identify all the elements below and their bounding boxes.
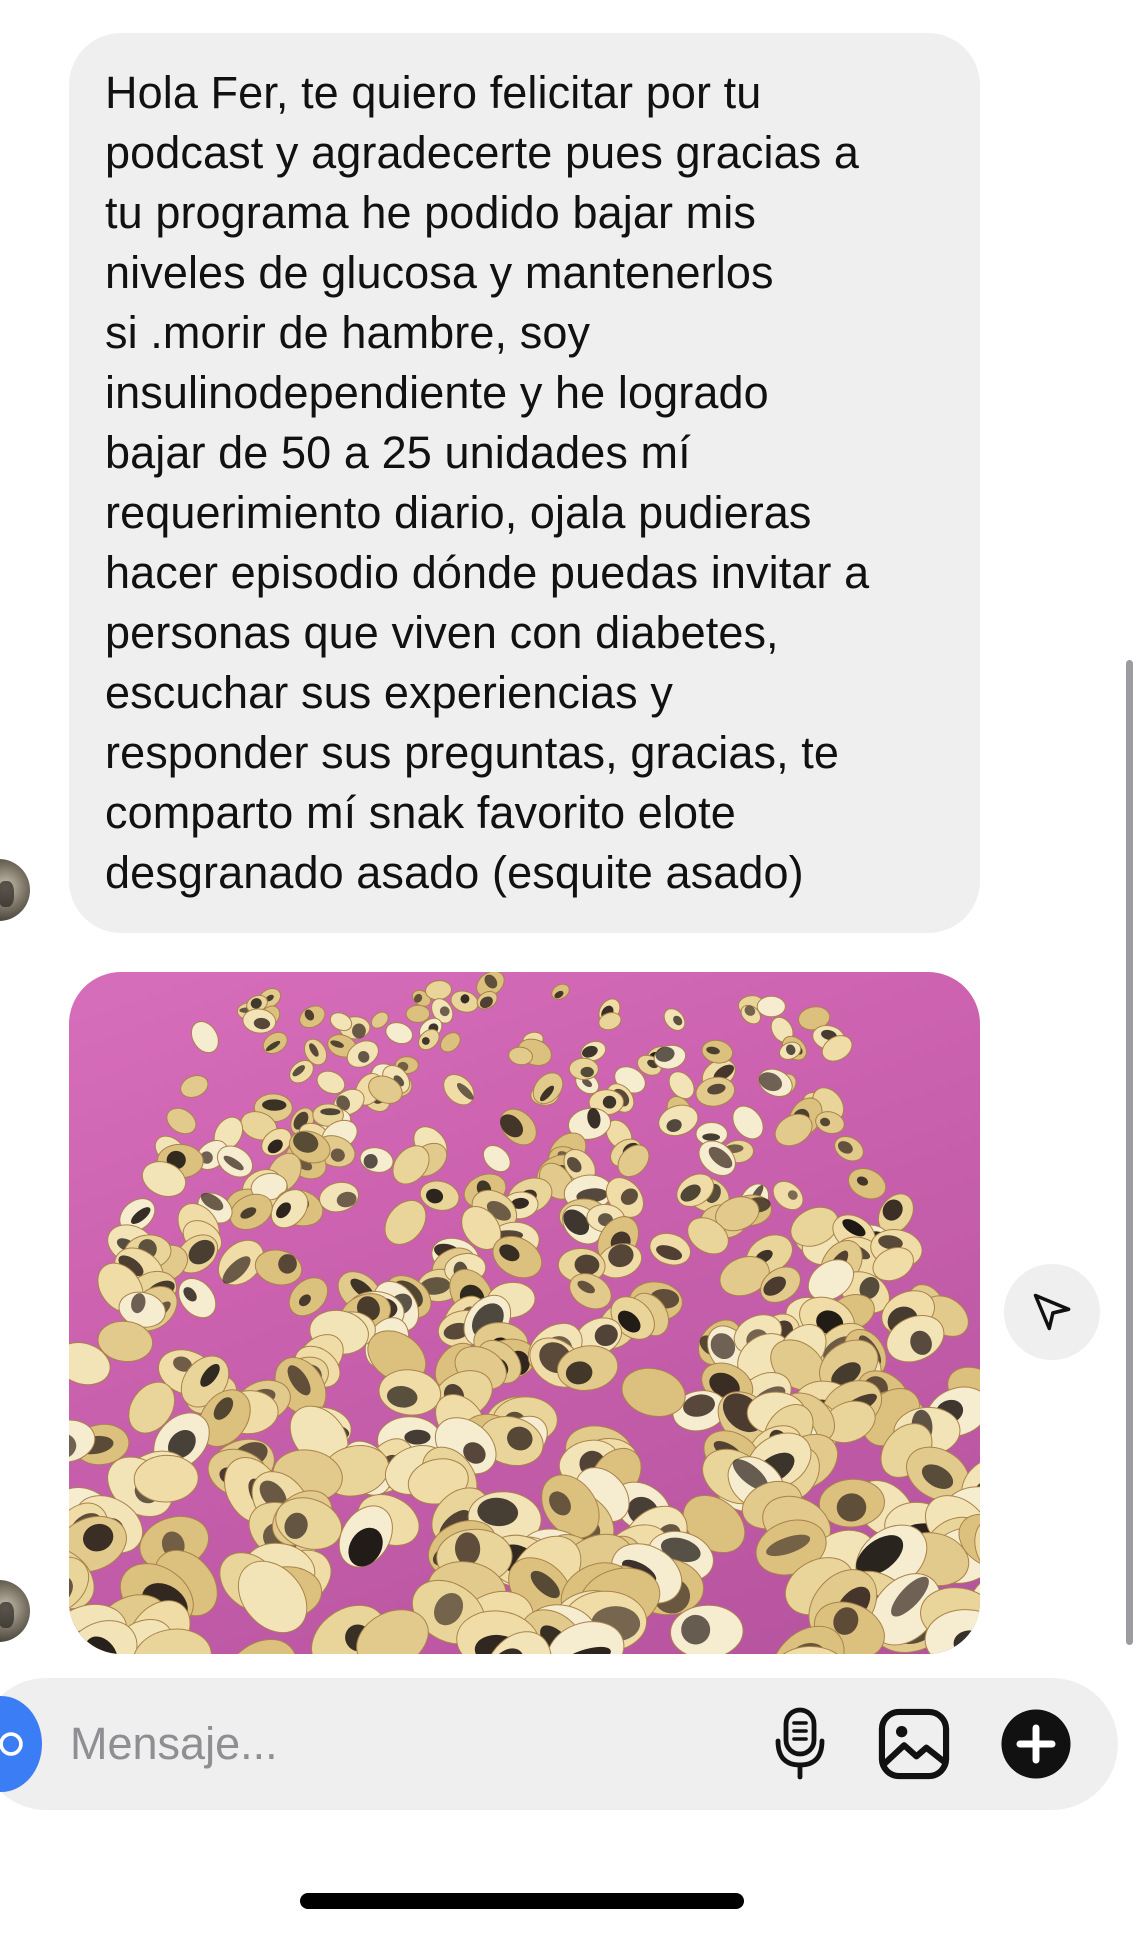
paper-plane-icon <box>1033 1293 1071 1331</box>
chat-screen: Hola Fer, te quiero felicitar por tu pod… <box>0 0 1143 1934</box>
sender-avatar[interactable] <box>0 1580 30 1642</box>
home-indicator[interactable] <box>300 1893 744 1909</box>
sender-avatar[interactable] <box>0 859 30 921</box>
message-text: Hola Fer, te quiero felicitar por tu pod… <box>105 67 870 898</box>
message-bubble[interactable]: Hola Fer, te quiero felicitar por tu pod… <box>69 33 980 933</box>
plus-circle-icon <box>1001 1709 1071 1779</box>
voice-message-button[interactable] <box>768 1700 832 1788</box>
add-button[interactable] <box>996 1704 1076 1784</box>
message-input[interactable] <box>70 1712 670 1776</box>
share-button[interactable] <box>1004 1264 1100 1360</box>
image-gallery-icon <box>878 1708 950 1780</box>
microphone-icon <box>775 1707 825 1780</box>
camera-icon <box>0 1732 23 1756</box>
photo-message[interactable] <box>69 972 980 1654</box>
scrollbar[interactable] <box>1126 660 1133 1645</box>
roasted-corn-image <box>69 972 980 1654</box>
gallery-button[interactable] <box>874 1704 954 1784</box>
